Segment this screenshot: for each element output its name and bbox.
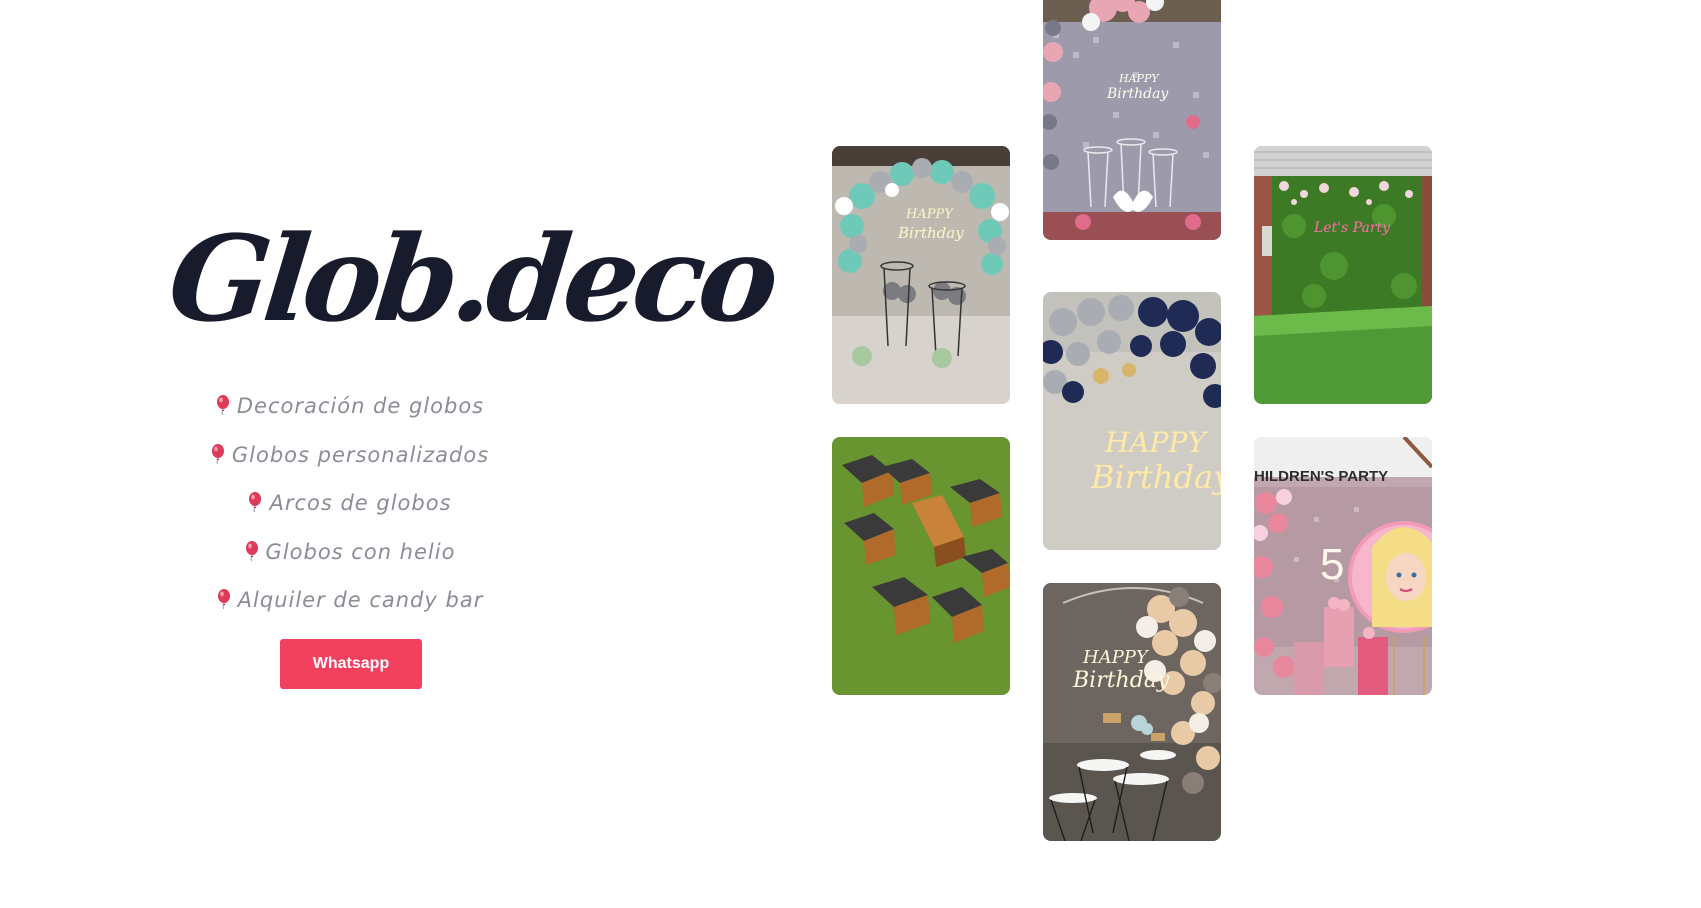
landing-page: Glob.deco Decoración de globos Globos pe…: [0, 0, 1701, 908]
gallery-photo-gold-balloons[interactable]: HAPPY Birthday: [1043, 583, 1221, 841]
photo-number-five: 5: [1320, 540, 1344, 589]
photo-neon-happy: HAPPY: [1104, 426, 1208, 459]
balloon-icon: [211, 443, 225, 464]
photo-neon-happy: HAPPY: [1082, 647, 1150, 668]
photo-neon-happy: HAPPY: [1118, 72, 1160, 85]
balloon-icon: [216, 395, 230, 415]
whatsapp-button[interactable]: Whatsapp: [280, 639, 422, 689]
service-label: Arcos de globos: [269, 491, 452, 515]
balloon-icon: [248, 492, 262, 512]
photo-neon-birthday: Birthday: [1106, 86, 1169, 102]
gallery-photo-hedge-wall[interactable]: Let's Party: [1254, 146, 1432, 404]
photo-neon-lets-party: Let's Party: [1313, 220, 1391, 236]
service-label: Globos con helio: [265, 539, 456, 564]
gallery-photo-navy-arch[interactable]: HAPPY Birthday: [1043, 292, 1221, 550]
photo-neon-birthday: Birthday: [1072, 668, 1170, 693]
photo-banner-childrens-party: HILDREN'S PARTY: [1254, 468, 1388, 485]
service-item-candy-bar: Alquiler de candy bar: [160, 576, 540, 625]
service-label: Alquiler de candy bar: [237, 588, 484, 612]
service-item-helio: Globos con helio: [160, 528, 540, 577]
services-list: Decoración de globos Globos personalizad…: [160, 382, 540, 625]
gallery-photo-sequin-wall[interactable]: HAPPY Birthday: [1043, 0, 1221, 240]
photo-neon-birthday: Birthday: [897, 224, 964, 242]
service-item-arcos: Arcos de globos: [160, 479, 540, 528]
gallery-photo-lounge-grass[interactable]: [832, 437, 1010, 695]
logo: Glob.deco: [162, 209, 780, 348]
service-label: Globos personalizados: [231, 442, 490, 467]
service-item-personalizados: Globos personalizados: [160, 431, 540, 480]
photo-neon-happy: HAPPY: [905, 207, 954, 222]
service-item-decoracion: Decoración de globos: [160, 382, 540, 431]
balloon-icon: [245, 540, 259, 561]
photo-neon-birthday: Birthday: [1090, 458, 1221, 496]
service-label: Decoración de globos: [236, 394, 485, 418]
gallery-photo-childrens-party[interactable]: HILDREN'S PARTY 5: [1254, 437, 1432, 695]
balloon-icon: [217, 589, 231, 609]
gallery-photo-balloon-circle-arch[interactable]: HAPPY Birthday: [832, 146, 1010, 404]
